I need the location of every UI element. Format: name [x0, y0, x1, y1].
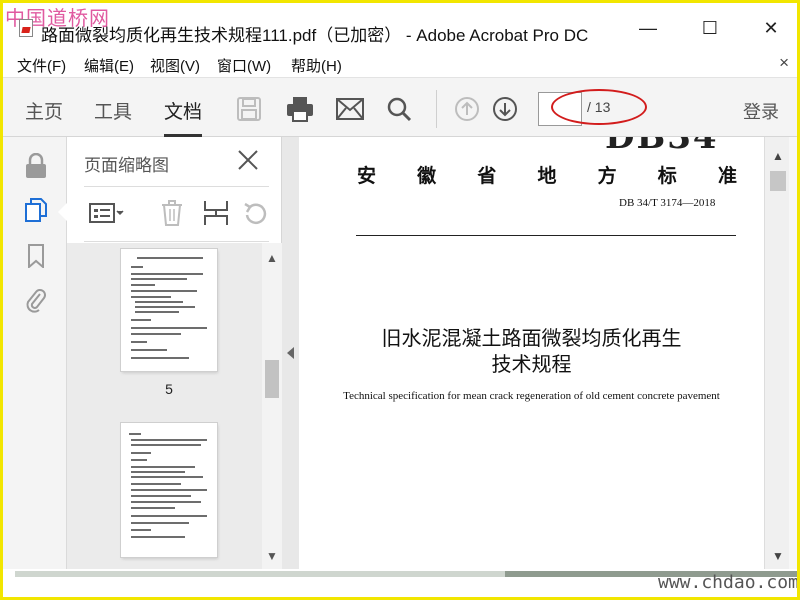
- header-char: 省: [477, 165, 497, 187]
- window-title: 路面微裂均质化再生技术规程111.pdf（已加密） - Adobe Acroba…: [41, 26, 589, 45]
- active-panel-pointer: [58, 203, 67, 221]
- english-title: Technical specification for mean crack r…: [343, 390, 720, 402]
- annotation-circle: [551, 89, 647, 125]
- scroll-up-icon[interactable]: ▲: [266, 251, 278, 265]
- document-title-line2: 技术规程: [491, 354, 572, 376]
- menu-window[interactable]: 窗口(W): [217, 55, 271, 76]
- header-char: 准: [717, 165, 737, 187]
- thumbnail-options-icon[interactable]: [89, 200, 125, 226]
- collapse-panel-handle[interactable]: [282, 137, 299, 569]
- menu-view[interactable]: 视图(V): [150, 55, 200, 76]
- page-thumbnail[interactable]: [121, 423, 217, 557]
- close-panel-icon[interactable]: [237, 149, 259, 177]
- thumbnail-label: 5: [165, 381, 173, 397]
- scroll-down-icon[interactable]: ▼: [266, 549, 278, 563]
- next-page-icon[interactable]: [491, 95, 519, 123]
- header-char: 方: [597, 165, 617, 187]
- previous-page-icon[interactable]: [453, 95, 481, 123]
- login-link[interactable]: 登录: [743, 98, 779, 124]
- header-char: 地: [537, 165, 557, 187]
- header-char: 徽: [417, 165, 437, 187]
- page-thumbnail[interactable]: [121, 249, 217, 371]
- document-header: 安 徽 省 地 方 标 准: [357, 161, 737, 188]
- title-bar: 中国道桥网 路面微裂均质化再生技术规程111.pdf（已加密） - Adobe …: [3, 3, 797, 49]
- tab-tools[interactable]: 工具: [94, 97, 132, 124]
- toolbar-divider: [436, 90, 437, 128]
- document-title: 旧水泥混凝土路面微裂均质化再生: [381, 328, 682, 350]
- lock-icon[interactable]: [23, 153, 49, 179]
- tab-home[interactable]: 主页: [25, 97, 63, 124]
- maximize-button[interactable]: ☐: [687, 13, 733, 43]
- toolbar: 主页 工具 文档 / 13 登录: [3, 77, 797, 137]
- document-view[interactable]: DB34 安 徽 省 地 方 标 准 DB 34/T 3174—2018 旧水泥…: [299, 137, 764, 569]
- delete-page-icon[interactable]: [161, 200, 183, 226]
- minimize-button[interactable]: —: [625, 13, 671, 43]
- scrollbar-thumb[interactable]: [265, 360, 279, 398]
- scroll-down-icon[interactable]: ▼: [772, 549, 784, 563]
- collapse-arrow-icon[interactable]: [287, 347, 294, 359]
- attachment-icon[interactable]: [23, 287, 49, 313]
- email-icon[interactable]: [336, 95, 364, 123]
- menu-bar: 文件(F) 编辑(E) 视图(V) 窗口(W) 帮助(H) ×: [3, 49, 797, 77]
- horizontal-scrollbar[interactable]: [15, 571, 505, 577]
- menu-file[interactable]: 文件(F): [17, 55, 66, 76]
- header-rule: [356, 235, 736, 236]
- header-char: 标: [657, 165, 677, 187]
- site-watermark-bottom: www.chdao.com: [658, 572, 797, 593]
- search-icon[interactable]: [385, 95, 413, 123]
- scrollbar-thumb[interactable]: [770, 171, 786, 191]
- print-icon[interactable]: [286, 95, 314, 123]
- menu-help[interactable]: 帮助(H): [291, 55, 342, 76]
- extract-pages-icon[interactable]: [203, 200, 229, 226]
- menu-edit[interactable]: 编辑(E): [84, 55, 134, 76]
- acrobat-window: 中国道桥网 路面微裂均质化再生技术规程111.pdf（已加密） - Adobe …: [3, 3, 797, 597]
- close-window-button[interactable]: ✕: [748, 13, 794, 43]
- thumbnail-scrollbar[interactable]: ▲ ▼: [262, 243, 282, 569]
- panel-title: 页面缩略图: [84, 156, 169, 175]
- panel-divider: [84, 186, 269, 187]
- page-thumbnails-icon[interactable]: [23, 197, 49, 223]
- scroll-up-icon[interactable]: ▲: [772, 149, 784, 163]
- left-rail: [3, 137, 67, 569]
- standard-logo: DB34: [605, 137, 719, 157]
- panel-divider: [84, 241, 269, 242]
- bookmark-icon[interactable]: [23, 243, 49, 269]
- right-panel-edge: [789, 137, 797, 569]
- pdf-file-icon: [19, 19, 33, 37]
- rotate-page-icon[interactable]: [243, 200, 267, 226]
- tab-document[interactable]: 文档: [164, 97, 203, 137]
- header-char: 安: [357, 165, 377, 187]
- save-icon[interactable]: [235, 95, 263, 123]
- thumbnail-list: 5: [67, 243, 262, 569]
- close-document-icon[interactable]: ×: [779, 53, 789, 73]
- thumbnail-panel: 页面缩略图 5 ▲ ▼: [67, 137, 282, 569]
- bottom-bar: www.chdao.com: [3, 569, 797, 597]
- standard-number: DB 34/T 3174—2018: [619, 197, 716, 209]
- document-scrollbar[interactable]: ▲ ▼: [764, 137, 789, 569]
